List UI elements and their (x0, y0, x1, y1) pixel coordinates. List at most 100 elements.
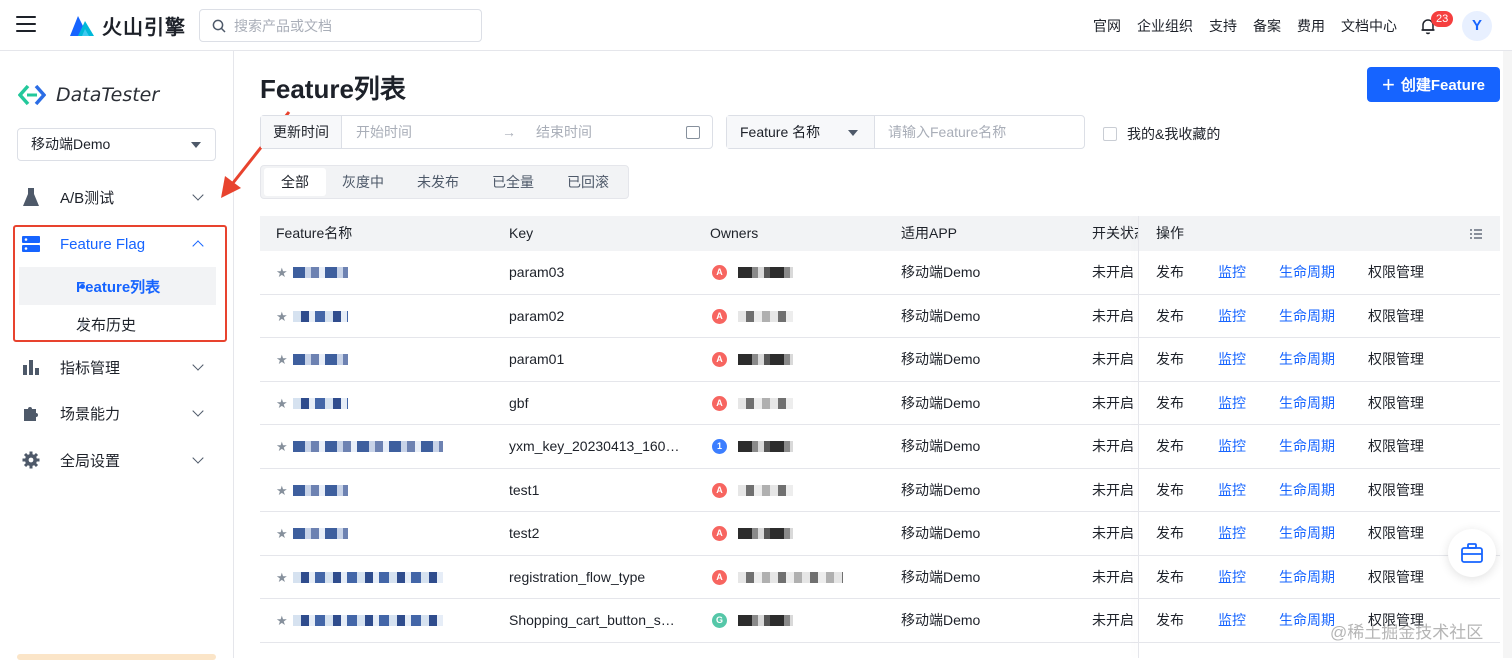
action-monitor[interactable]: 监控 (1218, 251, 1246, 294)
action-permissions[interactable]: 权限管理 (1368, 338, 1424, 381)
action-monitor[interactable]: 监控 (1218, 469, 1246, 512)
datatester-logo: DataTester (18, 84, 159, 106)
search-input[interactable] (234, 17, 464, 34)
arrow-right-icon: → (502, 124, 516, 140)
nav-docs[interactable]: 文档中心 (1341, 16, 1397, 36)
action-lifecycle[interactable]: 生命周期 (1279, 556, 1335, 599)
column-settings-icon[interactable] (1470, 229, 1482, 239)
tab-unreleased[interactable]: 未发布 (400, 168, 476, 196)
action-permissions[interactable]: 权限管理 (1368, 382, 1424, 425)
action-permissions[interactable]: 权限管理 (1368, 251, 1424, 294)
sidebar: DataTester 移动端Demo A/B测试 Feature Flag Fe… (0, 51, 234, 660)
action-lifecycle[interactable]: 生命周期 (1279, 599, 1335, 642)
my-favorites-checkbox[interactable]: 我的&我收藏的 (1103, 124, 1220, 144)
filter-field-select[interactable]: Feature 名称 (727, 116, 875, 148)
nav-filing[interactable]: 备案 (1253, 16, 1281, 36)
star-icon[interactable]: ★ (276, 469, 288, 512)
feature-name-redacted[interactable] (293, 441, 443, 452)
start-date-input[interactable]: 开始时间 (342, 122, 502, 142)
menu-scenarios[interactable]: 场景能力 (20, 393, 216, 433)
app-name: 移动端Demo (901, 351, 981, 367)
menu-metrics[interactable]: 指标管理 (20, 347, 216, 387)
action-permissions[interactable]: 权限管理 (1368, 425, 1424, 468)
star-icon[interactable]: ★ (276, 425, 288, 468)
tab-gray-release[interactable]: 灰度中 (325, 168, 401, 196)
feature-name-input[interactable]: 请输入Feature名称 (875, 122, 1084, 142)
action-lifecycle[interactable]: 生命周期 (1279, 469, 1335, 512)
star-icon[interactable]: ★ (276, 338, 288, 381)
action-publish[interactable]: 发布 (1156, 556, 1184, 599)
bar-chart-icon (20, 356, 42, 378)
feature-name-redacted[interactable] (293, 397, 348, 409)
owner-avatar: A (712, 395, 727, 411)
star-icon[interactable]: ★ (276, 556, 288, 599)
menu-icon[interactable] (16, 16, 36, 34)
app-name: 移动端Demo (901, 481, 981, 498)
name-filter[interactable]: Feature 名称 请输入Feature名称 (726, 115, 1085, 149)
owner-name-redacted (738, 528, 793, 539)
tab-full-release[interactable]: 已全量 (475, 168, 551, 196)
action-permissions[interactable]: 权限管理 (1368, 556, 1424, 599)
action-monitor[interactable]: 监控 (1218, 599, 1246, 642)
page-scrollbar[interactable] (1503, 51, 1512, 658)
action-monitor[interactable]: 监控 (1218, 338, 1246, 381)
menu-global-settings-label: 全局设置 (60, 452, 121, 470)
date-range-filter[interactable]: 更新时间 开始时间 → 结束时间 (260, 115, 713, 149)
menu-global-settings[interactable]: 全局设置 (20, 440, 216, 480)
action-monitor[interactable]: 监控 (1218, 512, 1246, 555)
action-publish[interactable]: 发布 (1156, 599, 1184, 642)
action-lifecycle[interactable]: 生命周期 (1279, 338, 1335, 381)
end-date-input[interactable]: 结束时间 (536, 122, 686, 142)
star-icon[interactable]: ★ (276, 599, 288, 642)
create-feature-button[interactable]: + 创建Feature (1367, 67, 1500, 102)
action-publish[interactable]: 发布 (1156, 512, 1184, 555)
action-lifecycle[interactable]: 生命周期 (1279, 251, 1335, 294)
create-feature-label: 创建Feature (1400, 77, 1486, 94)
feature-name-redacted[interactable] (293, 615, 443, 626)
feature-name-redacted[interactable] (293, 354, 348, 365)
action-monitor[interactable]: 监控 (1218, 556, 1246, 599)
action-publish[interactable]: 发布 (1156, 382, 1184, 425)
action-publish[interactable]: 发布 (1156, 425, 1184, 468)
action-publish[interactable]: 发布 (1156, 295, 1184, 338)
action-monitor[interactable]: 监控 (1218, 295, 1246, 338)
nav-billing[interactable]: 费用 (1297, 16, 1325, 36)
user-avatar[interactable]: Y (1462, 11, 1492, 41)
action-publish[interactable]: 发布 (1156, 338, 1184, 381)
feature-name-redacted[interactable] (293, 528, 348, 539)
app-selector[interactable]: 移动端Demo (17, 128, 216, 161)
toolbox-float-button[interactable] (1448, 529, 1496, 577)
action-lifecycle[interactable]: 生命周期 (1279, 382, 1335, 425)
star-icon[interactable]: ★ (276, 295, 288, 338)
feature-name-redacted[interactable] (293, 571, 443, 583)
action-monitor[interactable]: 监控 (1218, 425, 1246, 468)
switch-status: 未开启 (1092, 307, 1134, 324)
nav-support[interactable]: 支持 (1209, 16, 1237, 36)
nav-official-site[interactable]: 官网 (1093, 16, 1121, 36)
owner-name-redacted (738, 310, 793, 322)
tab-all[interactable]: 全部 (264, 168, 326, 196)
nav-organization[interactable]: 企业组织 (1137, 16, 1193, 36)
action-publish[interactable]: 发布 (1156, 469, 1184, 512)
global-search[interactable] (199, 9, 482, 42)
action-permissions[interactable]: 权限管理 (1368, 295, 1424, 338)
calendar-icon[interactable] (686, 125, 700, 139)
action-monitor[interactable]: 监控 (1218, 382, 1246, 425)
action-lifecycle[interactable]: 生命周期 (1279, 512, 1335, 555)
star-icon[interactable]: ★ (276, 382, 288, 425)
action-permissions[interactable]: 权限管理 (1368, 512, 1424, 555)
action-publish[interactable]: 发布 (1156, 251, 1184, 294)
action-permissions[interactable]: 权限管理 (1368, 469, 1424, 512)
action-lifecycle[interactable]: 生命周期 (1279, 295, 1335, 338)
tab-rolled-back[interactable]: 已回滚 (550, 168, 626, 196)
table-row: ★ registration_flow_type A 移动端Demo 未开启 发布 监控 生命… (260, 556, 1500, 599)
feature-name-redacted[interactable] (293, 310, 348, 322)
menu-ab-test[interactable]: A/B测试 (20, 177, 216, 217)
volcengine-logo[interactable]: 火山引擎 (68, 12, 186, 39)
checkbox-icon[interactable] (1103, 127, 1117, 141)
feature-name-redacted[interactable] (293, 267, 348, 278)
feature-name-redacted[interactable] (293, 484, 348, 496)
action-lifecycle[interactable]: 生命周期 (1279, 425, 1335, 468)
star-icon[interactable]: ★ (276, 512, 288, 555)
star-icon[interactable]: ★ (276, 251, 288, 294)
